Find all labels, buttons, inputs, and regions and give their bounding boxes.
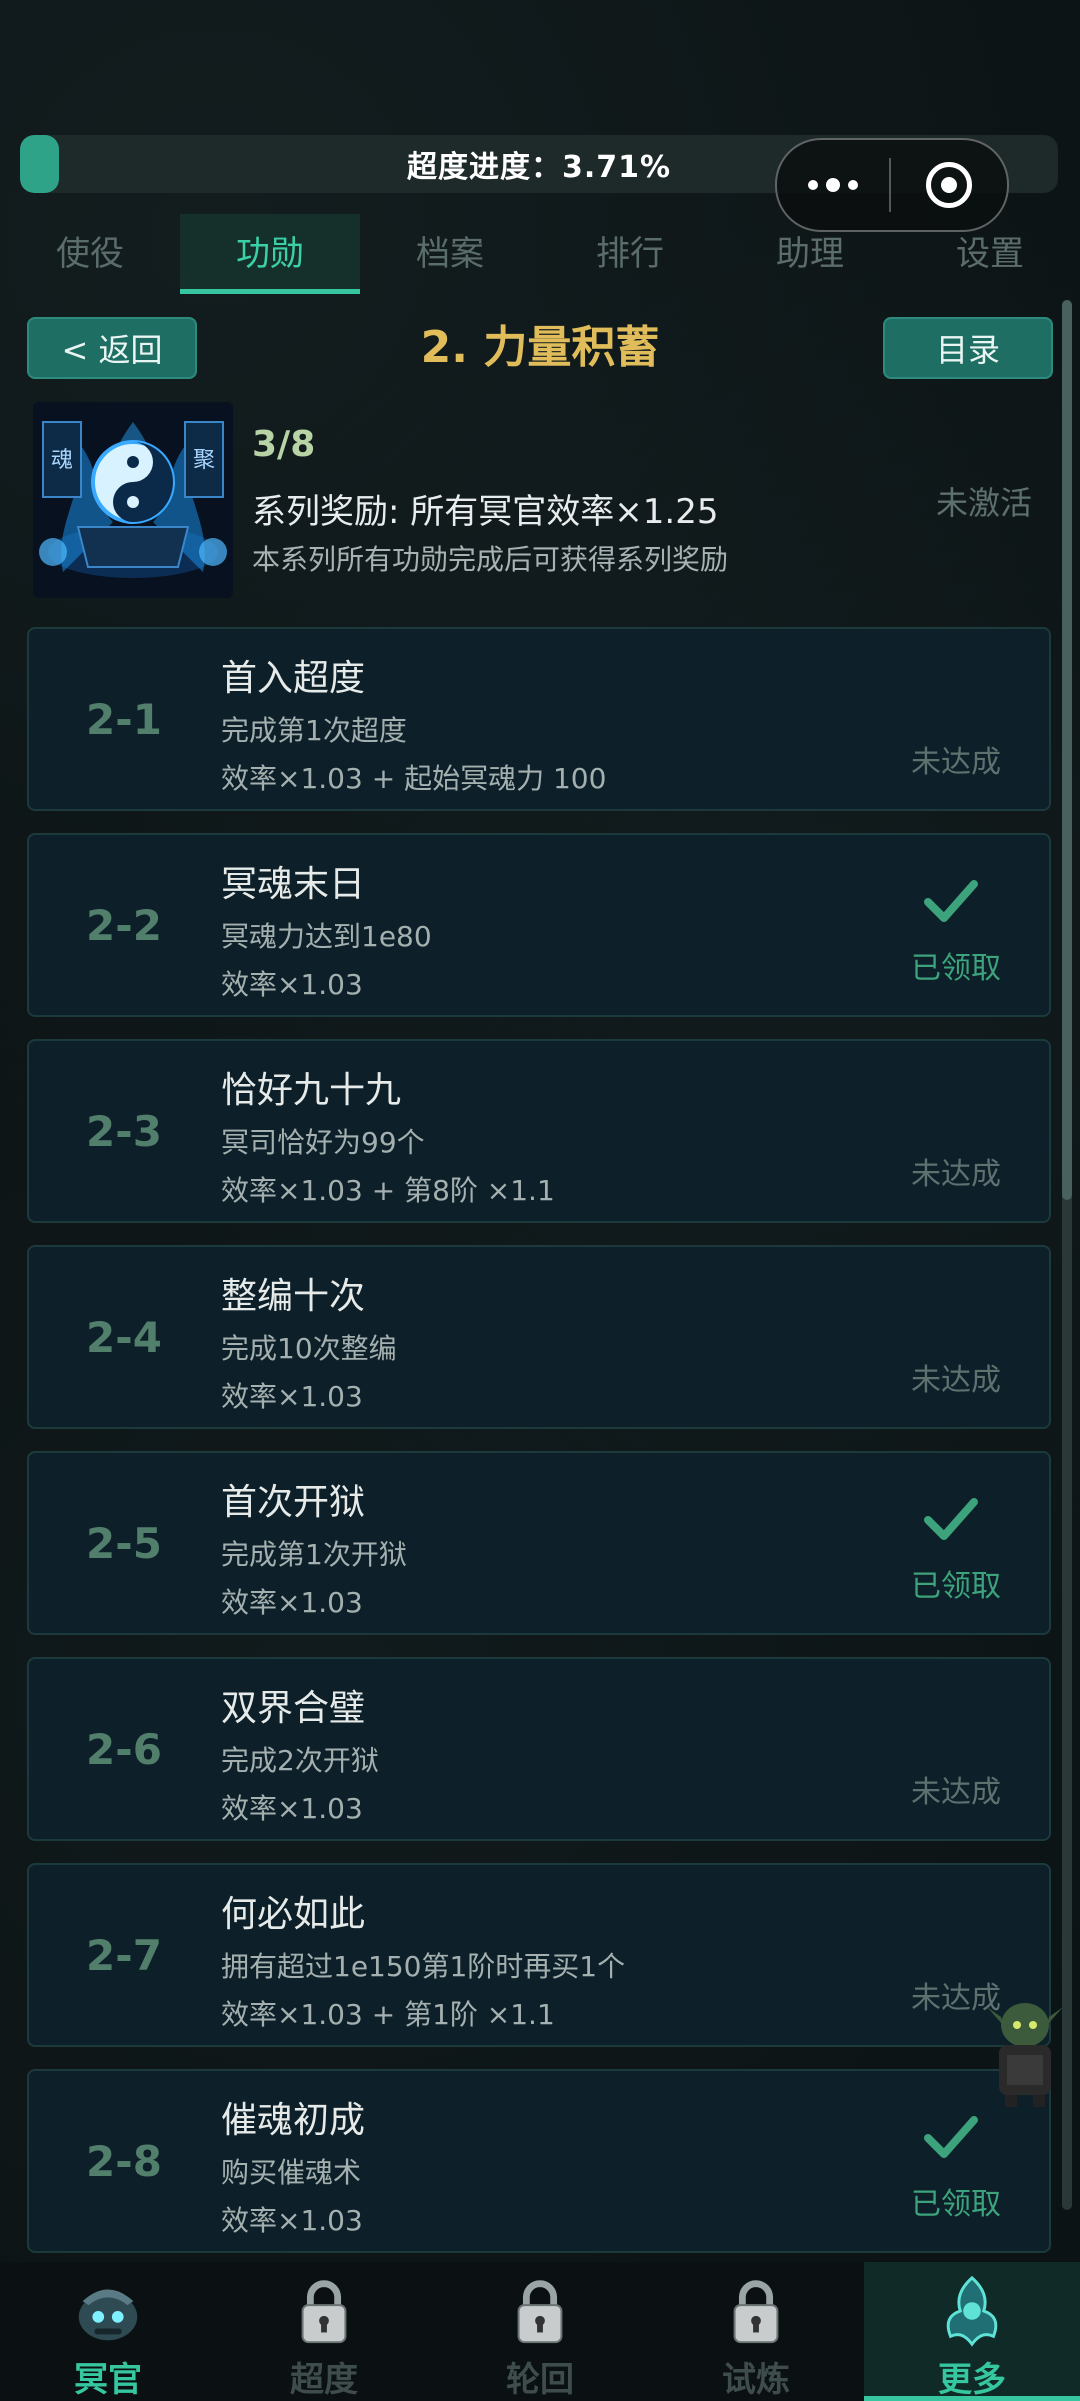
achievement-reward: 效率×1.03	[221, 968, 363, 1001]
achievement-desc: 完成10次整编	[221, 1332, 397, 1365]
achievement-card[interactable]: 2-3 恰好九十九 冥司恰好为99个 效率×1.03 + 第8阶 ×1.1 未达…	[27, 1039, 1051, 1223]
nav-more[interactable]: 更多	[864, 2262, 1080, 2401]
achievement-id: 2-7	[86, 1930, 162, 1980]
achievement-card[interactable]: 2-1 首入超度 完成第1次超度 效率×1.03 + 起始冥魂力 100 未达成	[27, 627, 1051, 811]
series-progress-count: 3/8	[252, 424, 316, 465]
achievement-title: 恰好九十九	[221, 1070, 402, 1111]
tab-assistant[interactable]: 助理	[720, 214, 900, 294]
nav-salvation-locked[interactable]: 超度	[216, 2262, 432, 2401]
achievement-reward: 效率×1.03 + 第1阶 ×1.1	[221, 1998, 555, 2031]
underworld-officer-icon	[78, 2289, 138, 2341]
nav-label: 超度	[290, 2360, 358, 2400]
catalog-button[interactable]: 目录	[883, 317, 1053, 379]
series-reward-note: 本系列所有功勋完成后可获得系列奖励	[252, 543, 729, 576]
achievement-card[interactable]: 2-6 双界合璧 完成2次开狱 效率×1.03 未达成	[27, 1657, 1051, 1841]
achievement-desc: 完成2次开狱	[221, 1744, 379, 1777]
achievement-status: 已领取	[911, 951, 1001, 986]
achievement-card[interactable]: 2-4 整编十次 完成10次整编 效率×1.03 未达成	[27, 1245, 1051, 1429]
scrollbar-thumb[interactable]	[1062, 300, 1072, 1200]
tab-ranking[interactable]: 排行	[540, 214, 720, 294]
back-button[interactable]: < 返回	[27, 317, 197, 379]
tab-merits[interactable]: 功勋	[180, 214, 360, 294]
page-title: 2. 力量积蓄	[420, 322, 660, 373]
achievement-desc: 拥有超过1e150第1阶时再买1个	[221, 1950, 626, 1983]
achievement-list: 2-1 首入超度 完成第1次超度 效率×1.03 + 起始冥魂力 100 未达成…	[27, 627, 1051, 2275]
achievement-id: 2-5	[86, 1518, 162, 1568]
achievement-card[interactable]: 2-8 催魂初成 购买催魂术 效率×1.03 已领取	[27, 2069, 1051, 2253]
checkmark-icon	[924, 1498, 978, 1540]
mascot-assistant-icon[interactable]	[985, 1995, 1065, 2110]
achievement-title: 首入超度	[221, 658, 366, 699]
achievement-card[interactable]: 2-5 首次开狱 完成第1次开狱 效率×1.03 已领取	[27, 1451, 1051, 1635]
achievement-status: 未达成	[911, 1363, 1001, 1398]
tab-archive[interactable]: 档案	[360, 214, 540, 294]
nav-label: 更多	[938, 2360, 1006, 2400]
achievement-status: 未达成	[911, 745, 1001, 780]
achievement-card[interactable]: 2-7 何必如此 拥有超过1e150第1阶时再买1个 效率×1.03 + 第1阶…	[27, 1863, 1051, 2047]
series-reward-image: 魂 聚	[33, 402, 233, 598]
target-icon	[926, 162, 972, 208]
achievement-status: 已领取	[911, 1569, 1001, 1604]
top-tabs: 使役 功勋 档案 排行 助理 设置	[0, 214, 1080, 294]
scrollbar[interactable]	[1062, 300, 1072, 2210]
achievement-title: 整编十次	[221, 1276, 366, 1317]
achievement-title: 何必如此	[221, 1894, 366, 1935]
achievement-reward: 效率×1.03	[221, 1792, 363, 1825]
achievement-card[interactable]: 2-2 冥魂末日 冥魂力达到1e80 效率×1.03 已领取	[27, 833, 1051, 1017]
banner-glyph-left: 魂	[51, 448, 73, 473]
tab-settings[interactable]: 设置	[900, 214, 1080, 294]
achievement-status: 已领取	[911, 2187, 1001, 2222]
checkmark-icon	[924, 2116, 978, 2158]
lock-icon	[733, 2280, 779, 2344]
achievement-title: 冥魂末日	[221, 864, 366, 905]
nav-label: 轮回	[506, 2360, 574, 2400]
nav-label: 试炼	[722, 2360, 790, 2400]
achievement-id: 2-2	[86, 900, 162, 950]
achievement-desc: 购买催魂术	[221, 2156, 362, 2189]
series-reward-text: 系列奖励: 所有冥官效率×1.25	[252, 492, 719, 532]
more-options-button[interactable]	[777, 178, 889, 192]
achievement-desc: 完成第1次超度	[221, 714, 407, 747]
lock-icon	[517, 2280, 563, 2344]
achievement-reward: 效率×1.03	[221, 2204, 363, 2237]
series-status: 未激活	[935, 484, 1032, 522]
nav-reincarnation-locked[interactable]: 轮回	[432, 2262, 648, 2401]
achievement-reward: 效率×1.03 + 起始冥魂力 100	[221, 762, 607, 795]
more-emblem-icon	[946, 2275, 998, 2347]
achievement-id: 2-3	[86, 1106, 162, 1156]
achievement-id: 2-8	[86, 2136, 162, 2186]
achievement-desc: 冥魂力达到1e80	[221, 920, 432, 953]
achievement-reward: 效率×1.03 + 第8阶 ×1.1	[221, 1174, 555, 1207]
achievement-desc: 冥司恰好为99个	[221, 1126, 425, 1159]
achievement-reward: 效率×1.03	[221, 1380, 363, 1413]
nav-underworld-officer[interactable]: 冥官	[0, 2262, 216, 2401]
bottom-navigation: 冥官 超度 轮回 试炼 更多	[0, 2262, 1080, 2401]
achievement-id: 2-6	[86, 1724, 162, 1774]
achievement-reward: 效率×1.03	[221, 1586, 363, 1619]
achievement-title: 双界合璧	[221, 1688, 366, 1729]
achievement-title: 首次开狱	[221, 1482, 366, 1523]
banner-glyph-right: 聚	[193, 448, 215, 473]
nav-label: 冥官	[74, 2360, 142, 2400]
achievement-id: 2-4	[86, 1312, 162, 1362]
checkmark-icon	[924, 880, 978, 922]
achievement-status: 未达成	[911, 1775, 1001, 1810]
close-miniprogram-button[interactable]	[891, 162, 1007, 208]
lock-icon	[301, 2280, 347, 2344]
achievement-status: 未达成	[911, 1157, 1001, 1192]
achievement-title: 催魂初成	[221, 2100, 366, 2141]
achievement-id: 2-1	[86, 694, 162, 744]
achievement-desc: 完成第1次开狱	[221, 1538, 407, 1571]
nav-trial-locked[interactable]: 试炼	[648, 2262, 864, 2401]
tab-servants[interactable]: 使役	[0, 214, 180, 294]
